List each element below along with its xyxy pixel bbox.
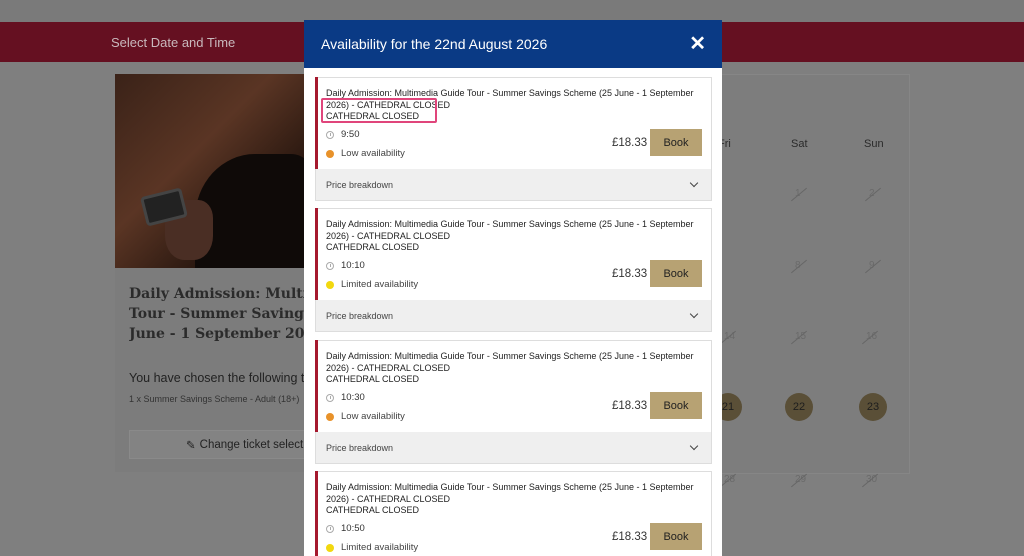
time-slot-card: Daily Admission: Multimedia Guide Tour -… [315, 471, 712, 556]
price-breakdown-toggle[interactable]: Price breakdown [316, 300, 711, 331]
calendar-date-past: 9 [865, 259, 881, 274]
slot-desc-line: Daily Admission: Multimedia Guide Tour -… [326, 482, 694, 492]
slot-time: 10:30 [326, 392, 365, 403]
slot-desc-line: 2026) - CATHEDRAL CLOSED [326, 362, 451, 373]
pencil-icon: ✎ [186, 439, 196, 452]
slot-time-text: 9:50 [341, 129, 360, 140]
slot-accent-bar [315, 77, 318, 169]
slot-desc-line: CATHEDRAL CLOSED [326, 374, 420, 384]
product-title-line: Tour - Summer Savings Sche [129, 306, 304, 322]
clock-icon [326, 261, 334, 270]
calendar-day-sun: Sun [864, 138, 884, 150]
book-button[interactable]: Book [650, 129, 702, 156]
book-button[interactable]: Book [650, 392, 702, 419]
availability-dot-icon [326, 412, 334, 421]
product-title-line: June - 1 September 2026) [129, 326, 304, 342]
slot-accent-bar [315, 340, 318, 432]
chosen-tickets-heading: You have chosen the following tick [129, 371, 309, 385]
slot-time: 10:10 [326, 260, 365, 271]
slot-desc-line: Daily Admission: Multimedia Guide Tour -… [326, 219, 694, 229]
slot-time-text: 10:30 [341, 392, 365, 403]
calendar-date-past: 15 [791, 330, 807, 345]
clock-icon [326, 130, 334, 139]
availability-modal: Availability for the 22nd August 2026 ✕ … [304, 20, 722, 556]
availability-text: Low availability [341, 148, 405, 159]
slot-time-text: 10:50 [341, 523, 365, 534]
slot-availability: Limited availability [326, 542, 418, 553]
price-breakdown-toggle[interactable]: Price breakdown [316, 169, 711, 200]
slot-price: £18.33 [612, 268, 648, 280]
step-label: Select Date and Time [111, 35, 236, 50]
calendar-date-past: 30 [862, 473, 878, 488]
slot-accent-bar [315, 471, 318, 556]
slot-price: £18.33 [612, 400, 648, 412]
calendar-date-selected[interactable]: 22 [785, 393, 813, 421]
availability-text: Limited availability [341, 542, 419, 553]
availability-text: Limited availability [341, 279, 419, 290]
product-title-line: Daily Admission: Multimedia [129, 286, 304, 302]
price-breakdown-label: Price breakdown [326, 442, 394, 453]
slot-availability: Limited availability [326, 279, 418, 290]
modal-header: Availability for the 22nd August 2026 ✕ [304, 20, 722, 68]
price-breakdown-toggle[interactable]: Price breakdown [316, 432, 711, 463]
slot-desc-line: 2026) - CATHEDRAL CLOSED [326, 230, 451, 241]
time-slot-card: Daily Admission: Multimedia Guide Tour -… [315, 77, 712, 201]
product-title: Daily Admission: Multimedia Tour - Summe… [129, 284, 304, 344]
slot-price: £18.33 [612, 531, 648, 543]
chevron-down-icon [689, 441, 699, 451]
clock-icon [326, 393, 334, 402]
calendar-date-available[interactable]: 23 [859, 393, 887, 421]
calendar-date-past: 16 [862, 330, 878, 345]
calendar-date-past: 28 [720, 473, 736, 488]
calendar-day-sat: Sat [791, 138, 808, 150]
price-breakdown-label: Price breakdown [326, 310, 394, 321]
slot-description: Daily Admission: Multimedia Guide Tour -… [326, 219, 696, 254]
calendar-date-past: 1 [791, 187, 807, 202]
ticket-line: 1 x Summer Savings Scheme - Adult (18+) [129, 394, 300, 404]
photo-sleeve [195, 154, 315, 268]
change-ticket-button[interactable]: ✎ Change ticket selection [129, 430, 309, 459]
slot-price: £18.33 [612, 137, 648, 149]
slot-description: Daily Admission: Multimedia Guide Tour -… [326, 482, 696, 517]
slot-availability: Low availability [326, 411, 405, 422]
slot-availability: Low availability [326, 148, 405, 159]
slot-time-text: 10:10 [341, 260, 365, 271]
price-breakdown-label: Price breakdown [326, 179, 394, 190]
calendar-date-past: 14 [720, 330, 736, 345]
time-slot-card: Daily Admission: Multimedia Guide Tour -… [315, 208, 712, 332]
modal-title: Availability for the 22nd August 2026 [321, 36, 548, 52]
chevron-down-icon [689, 309, 699, 319]
book-button[interactable]: Book [650, 523, 702, 550]
slot-time: 9:50 [326, 129, 360, 140]
highlight-annotation [321, 98, 437, 123]
calendar-date-past: 2 [865, 187, 881, 202]
page-top-strip [0, 0, 1024, 22]
clock-icon [326, 524, 334, 533]
slot-description: Daily Admission: Multimedia Guide Tour -… [326, 351, 696, 386]
product-image [115, 74, 315, 268]
calendar-date-past: 8 [791, 259, 807, 274]
close-icon[interactable]: ✕ [689, 34, 706, 54]
calendar-date-past: 29 [791, 473, 807, 488]
chevron-down-icon [689, 178, 699, 188]
slot-desc-line: Daily Admission: Multimedia Guide Tour -… [326, 351, 694, 361]
change-ticket-label: Change ticket selection [199, 438, 309, 451]
slot-desc-line: CATHEDRAL CLOSED [326, 505, 420, 515]
availability-dot-icon [326, 280, 334, 289]
availability-text: Low availability [341, 411, 405, 422]
slot-desc-line: CATHEDRAL CLOSED [326, 242, 420, 252]
availability-dot-icon [326, 543, 334, 552]
availability-dot-icon [326, 149, 334, 158]
slot-time: 10:50 [326, 523, 365, 534]
slot-desc-line: 2026) - CATHEDRAL CLOSED [326, 493, 451, 504]
slot-accent-bar [315, 208, 318, 300]
time-slot-card: Daily Admission: Multimedia Guide Tour -… [315, 340, 712, 464]
book-button[interactable]: Book [650, 260, 702, 287]
